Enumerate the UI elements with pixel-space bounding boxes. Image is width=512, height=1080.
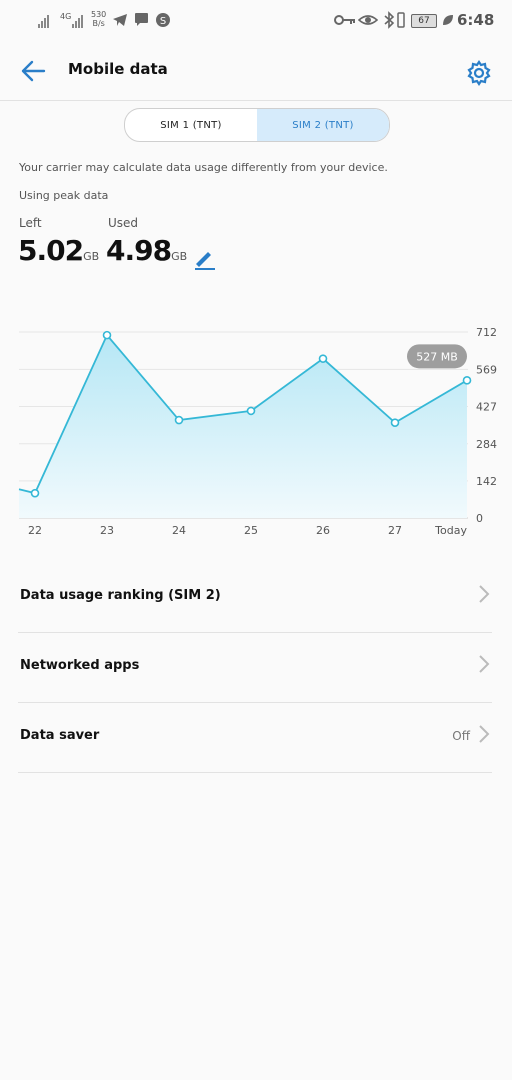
svg-text:S: S <box>160 16 166 27</box>
chevron-right-icon <box>479 655 490 673</box>
x-tick-label: 26 <box>316 524 330 537</box>
tab-sim-2[interactable]: SIM 2 (TNT) <box>257 109 389 141</box>
used-label: Used <box>108 216 139 230</box>
used-unit: GB <box>171 250 188 263</box>
sim-selector: SIM 1 (TNT) SIM 2 (TNT) <box>124 108 390 142</box>
carrier-note: Your carrier may calculate data usage di… <box>19 161 388 174</box>
tab-sim-1[interactable]: SIM 1 (TNT) <box>125 109 257 141</box>
list-item-data-saver[interactable]: Data saver Off <box>18 702 492 773</box>
y-tick-label: 569 <box>476 363 497 376</box>
data-point <box>390 418 400 427</box>
used-value: 4.98 <box>106 234 172 267</box>
list-item-ranking[interactable]: Data usage ranking (SIM 2) <box>18 562 492 633</box>
app-notification-icon: S <box>156 13 170 27</box>
list-item-label: Data usage ranking (SIM 2) <box>20 588 221 603</box>
telegram-icon <box>113 14 127 26</box>
leaf-icon <box>443 15 453 25</box>
y-tick-label: 712 <box>476 326 497 339</box>
y-tick-label: 427 <box>476 400 497 413</box>
signal-icon <box>38 14 49 28</box>
x-tick-label: 25 <box>244 524 258 537</box>
left-amount: 5.02GB <box>18 234 99 267</box>
list-item-networked-apps[interactable]: Networked apps <box>18 632 492 703</box>
vibrate-icon <box>397 12 405 28</box>
x-tick-label: 23 <box>100 524 114 537</box>
data-point <box>246 406 256 416</box>
back-arrow-icon[interactable] <box>20 60 46 82</box>
page-title: Mobile data <box>68 60 168 78</box>
battery-icon: 67 <box>411 14 437 28</box>
left-unit: GB <box>83 250 100 263</box>
data-point <box>318 354 328 363</box>
series-area <box>19 335 467 518</box>
vpn-key-icon <box>334 15 355 25</box>
battery-level: 67 <box>418 16 430 26</box>
data-saver-status: Off <box>452 729 470 743</box>
x-tick-label: Today <box>434 524 467 537</box>
network-type: 4G <box>60 12 72 21</box>
y-tick-label: 142 <box>476 475 497 488</box>
x-tick-label: 22 <box>28 524 42 537</box>
bluetooth-icon <box>384 11 395 29</box>
data-point <box>30 488 40 498</box>
y-tick-label: 284 <box>476 438 497 451</box>
used-amount: 4.98GB <box>106 234 187 267</box>
left-value: 5.02 <box>18 234 84 267</box>
settings-gear-icon[interactable] <box>466 60 492 86</box>
net-speed-value: 530 <box>91 10 107 19</box>
clock: 6:48 <box>457 11 495 29</box>
left-label: Left <box>19 216 42 230</box>
app-header: Mobile data <box>0 44 512 101</box>
net-speed-unit: B/s <box>92 19 105 28</box>
list-item-label: Networked apps <box>20 658 140 673</box>
x-tick-label: 27 <box>388 524 402 537</box>
list-item-label: Data saver <box>20 728 100 743</box>
data-point <box>174 415 184 425</box>
x-tick-label: 24 <box>172 524 186 537</box>
chevron-right-icon <box>479 725 490 743</box>
net-speed: 530 B/s <box>91 10 106 28</box>
y-tick-label: 0 <box>476 512 483 525</box>
data-point <box>102 330 112 340</box>
status-bar: 4G 530 B/s S 67 6:48 <box>0 0 512 44</box>
signal-icon-2 <box>72 14 83 28</box>
tooltip-label: 527 MB <box>416 350 458 363</box>
chevron-right-icon <box>479 585 490 603</box>
message-icon <box>135 13 148 26</box>
peak-data-note: Using peak data <box>19 189 109 202</box>
eye-comfort-icon <box>358 15 378 25</box>
usage-chart: 712 569 427 284 142 0 22 23 24 25 26 27 Today 527 MB <box>18 326 497 537</box>
edit-pencil-icon[interactable] <box>192 246 218 270</box>
data-point <box>462 376 472 385</box>
